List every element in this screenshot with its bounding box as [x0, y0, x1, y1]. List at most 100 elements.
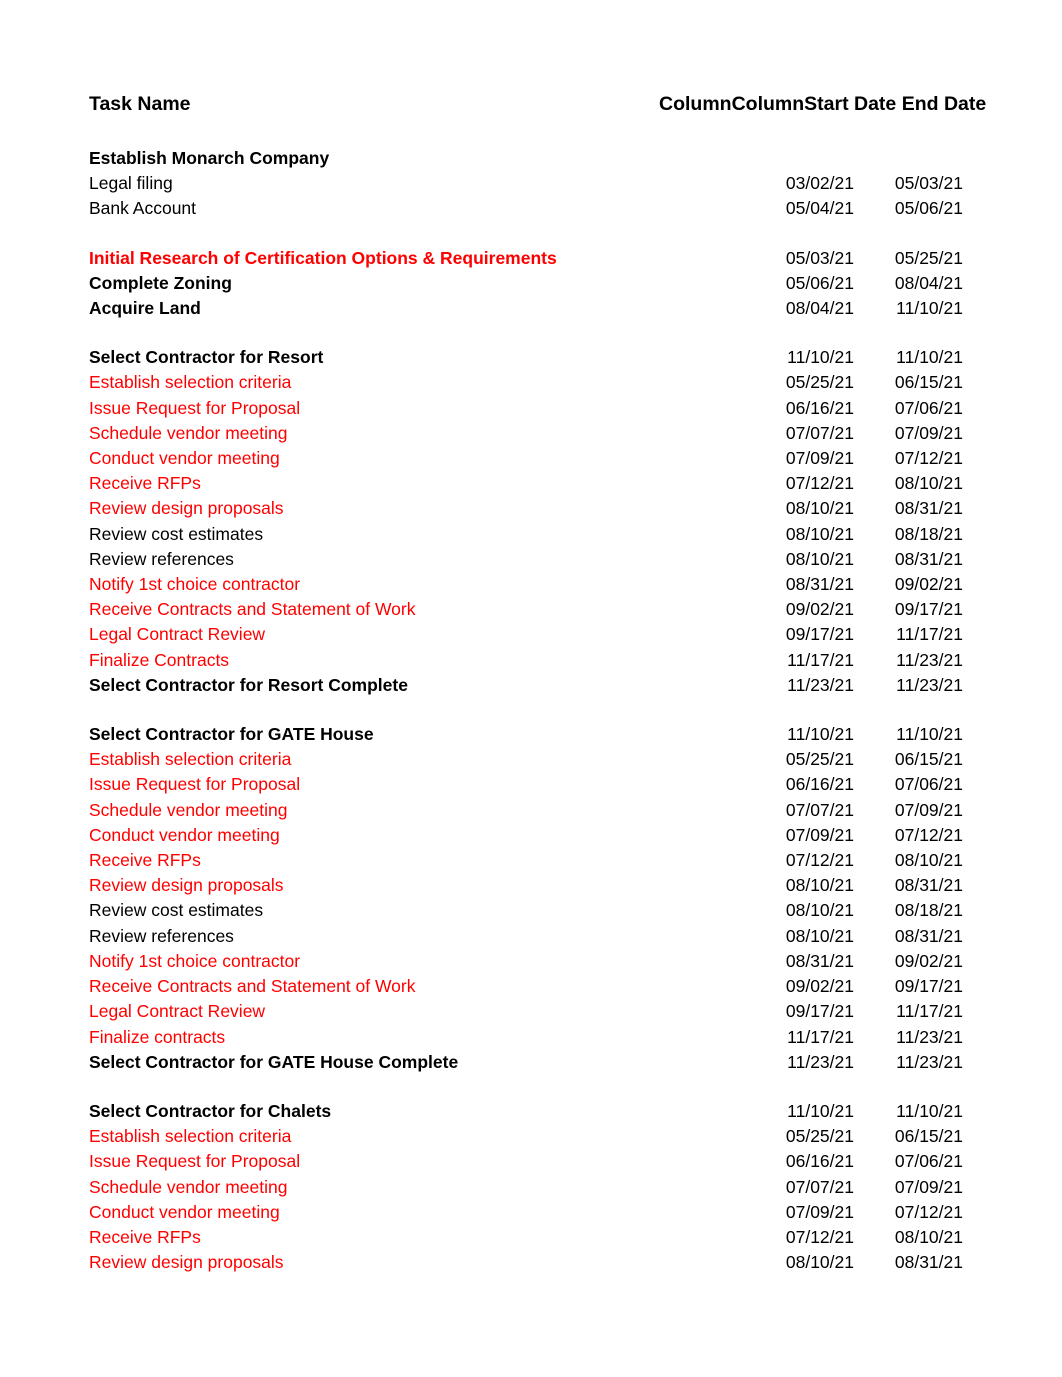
task-name-cell: Establish selection criteria — [89, 1126, 292, 1147]
end-date-cell: 09/17/21 — [894, 599, 963, 620]
end-date-cell: 07/06/21 — [894, 1151, 963, 1172]
table-row[interactable]: Select Contractor for GATE House Complet… — [89, 1050, 963, 1075]
task-name-cell: Receive RFPs — [89, 850, 201, 871]
end-date-cell: 08/31/21 — [894, 875, 963, 896]
task-name-cell: Notify 1st choice contractor — [89, 574, 301, 595]
table-row[interactable]: Legal Contract Review 09/17/21 11/17/21 — [89, 999, 963, 1024]
table-row[interactable]: Receive Contracts and Statement of Work 0… — [89, 974, 963, 999]
start-date-cell: 07/09/21 — [785, 1201, 854, 1222]
table-row[interactable]: Schedule vendor meeting 07/07/21 07/09/21 — [89, 798, 963, 823]
table-row[interactable]: Bank Account 05/04/21 05/06/21 — [89, 196, 963, 221]
table-row[interactable]: Receive RFPs 07/12/21 08/10/21 — [89, 471, 963, 496]
start-date-cell: 06/16/21 — [785, 1151, 854, 1172]
start-date-cell: 07/07/21 — [785, 799, 854, 820]
end-date-cell: 05/06/21 — [894, 198, 963, 219]
table-row[interactable]: Notify 1st choice contractor 08/31/21 09/0… — [89, 949, 963, 974]
table-row[interactable]: Select Contractor for GATE House 11/10/21… — [89, 722, 963, 747]
start-date-cell: 08/10/21 — [785, 1252, 854, 1273]
end-date-cell: 08/10/21 — [894, 473, 963, 494]
table-row[interactable]: Notify 1st choice contractor 08/31/21 09/0… — [89, 572, 963, 597]
table-row[interactable]: Select Contractor for Chalets 11/10/21 11/… — [89, 1099, 963, 1124]
table-row[interactable]: Legal filing 03/02/21 05/03/21 — [89, 171, 963, 196]
end-date-cell: 07/12/21 — [894, 1201, 963, 1222]
end-date-cell: 08/10/21 — [894, 1226, 963, 1247]
table-row[interactable]: Review cost estimates 08/10/21 08/18/21 — [89, 898, 963, 923]
table-row[interactable]: Establish selection criteria 05/25/21 06/1… — [89, 1124, 963, 1149]
table-row[interactable]: Finalize contracts 11/17/21 11/23/21 — [89, 1025, 963, 1050]
table-row[interactable]: Receive Contracts and Statement of Work 0… — [89, 597, 963, 622]
table-row[interactable]: Select Contractor for Resort Complete 11/… — [89, 673, 963, 698]
task-name-cell: Issue Request for Proposal — [89, 397, 301, 418]
table-row[interactable]: Establish Monarch Company — [89, 146, 963, 171]
table-spacer-row — [89, 1075, 963, 1099]
end-date-cell: 11/10/21 — [896, 1100, 963, 1121]
start-date-cell — [659, 146, 854, 171]
table-row[interactable]: Issue Request for Proposal 06/16/21 07/06/… — [89, 396, 963, 421]
table-row[interactable]: Initial Research of Certification Option… — [89, 246, 963, 271]
table-row[interactable]: Review design proposals 08/10/21 08/31/21 — [89, 873, 963, 898]
end-date-cell: 07/09/21 — [894, 799, 963, 820]
task-name-cell: Review references — [89, 925, 234, 946]
table-row[interactable]: Conduct vendor meeting 07/09/21 07/12/21 — [89, 823, 963, 848]
table-row[interactable]: Schedule vendor meeting 07/07/21 07/09/21 — [89, 1175, 963, 1200]
task-name-cell: Legal Contract Review — [89, 624, 266, 645]
task-name-cell: Receive RFPs — [89, 1226, 201, 1247]
task-name-cell: Select Contractor for GATE House — [89, 724, 374, 745]
task-name-cell: Establish selection criteria — [89, 372, 292, 393]
start-date-cell: 08/10/21 — [785, 925, 854, 946]
table-row[interactable]: Conduct vendor meeting 07/09/21 07/12/21 — [89, 446, 963, 471]
end-date-cell: 08/04/21 — [894, 272, 963, 293]
start-date-cell: 08/10/21 — [785, 548, 854, 569]
table-row[interactable]: Review references 08/10/21 08/31/21 — [89, 547, 963, 572]
table-row[interactable]: Review design proposals 08/10/21 08/31/21 — [89, 1250, 963, 1275]
table-row[interactable]: Issue Request for Proposal 06/16/21 07/06/… — [89, 1149, 963, 1174]
end-date-cell: 07/09/21 — [894, 422, 963, 443]
end-date-cell: 05/25/21 — [894, 247, 963, 268]
table-row[interactable]: Complete Zoning 05/06/21 08/04/21 — [89, 271, 963, 296]
column-header-start-date: Start Date — [804, 93, 897, 115]
table-row[interactable]: Review references 08/10/21 08/31/21 — [89, 924, 963, 949]
end-date-cell: 08/31/21 — [894, 1252, 963, 1273]
table-row[interactable]: Select Contractor for Resort 11/10/21 11/1… — [89, 345, 963, 370]
end-date-cell: 11/10/21 — [896, 347, 963, 368]
table-row[interactable]: Receive RFPs 07/12/21 08/10/21 — [89, 848, 963, 873]
table-row[interactable]: Establish selection criteria 05/25/21 06/1… — [89, 370, 963, 395]
table-row[interactable]: Establish selection criteria 05/25/21 06/1… — [89, 747, 963, 772]
document-page: Task Name ColumnColumnStart Date End Dat… — [0, 0, 1062, 1377]
task-name-cell: Receive RFPs — [89, 473, 201, 494]
task-name-cell: Issue Request for Proposal — [89, 1151, 301, 1172]
task-name-cell: Finalize Contracts — [89, 649, 230, 670]
end-date-cell: 08/10/21 — [894, 850, 963, 871]
task-name-cell: Select Contractor for GATE House Complet… — [89, 1051, 459, 1072]
table-row[interactable]: Review design proposals 08/10/21 08/31/21 — [89, 496, 963, 521]
task-name-cell: Select Contractor for Chalets — [89, 1100, 332, 1121]
task-name-cell: Conduct vendor meeting — [89, 1201, 280, 1222]
task-table: Task Name ColumnColumnStart Date End Dat… — [89, 92, 986, 1275]
task-name-cell: Schedule vendor meeting — [89, 422, 288, 443]
column-header-end-date: End Date — [901, 93, 987, 115]
header-row: Task Name ColumnColumnStart Date End Dat… — [89, 92, 986, 117]
table-row[interactable]: Legal Contract Review 09/17/21 11/17/21 — [89, 622, 963, 647]
end-date-cell: 08/31/21 — [894, 925, 963, 946]
table-row[interactable]: Issue Request for Proposal 06/16/21 07/06/… — [89, 772, 963, 797]
end-date-cell: 07/06/21 — [894, 397, 963, 418]
task-name-cell: Legal Contract Review — [89, 1001, 266, 1022]
task-name-cell: Conduct vendor meeting — [89, 824, 280, 845]
table-row[interactable]: Receive RFPs 07/12/21 08/10/21 — [89, 1225, 963, 1250]
table-row[interactable]: Schedule vendor meeting 07/07/21 07/09/21 — [89, 421, 963, 446]
start-date-cell: 11/23/21 — [787, 674, 854, 695]
start-date-cell: 08/31/21 — [785, 950, 854, 971]
column-header-task-name: Task Name — [89, 93, 191, 115]
task-name-cell: Finalize contracts — [89, 1026, 226, 1047]
task-name-cell: Review design proposals — [89, 875, 284, 896]
table-row[interactable]: Acquire Land 08/04/21 11/10/21 — [89, 296, 963, 321]
task-name-cell: Legal filing — [89, 173, 173, 194]
start-date-cell: 09/17/21 — [785, 624, 854, 645]
table-row[interactable]: Conduct vendor meeting 07/09/21 07/12/21 — [89, 1200, 963, 1225]
start-date-cell: 05/03/21 — [785, 247, 854, 268]
table-row[interactable]: Finalize Contracts 11/17/21 11/23/21 — [89, 648, 963, 673]
start-date-cell: 07/07/21 — [785, 1176, 854, 1197]
start-date-cell: 07/12/21 — [785, 473, 854, 494]
table-row[interactable]: Review cost estimates 08/10/21 08/18/21 — [89, 522, 963, 547]
end-date-cell: 05/03/21 — [894, 173, 963, 194]
